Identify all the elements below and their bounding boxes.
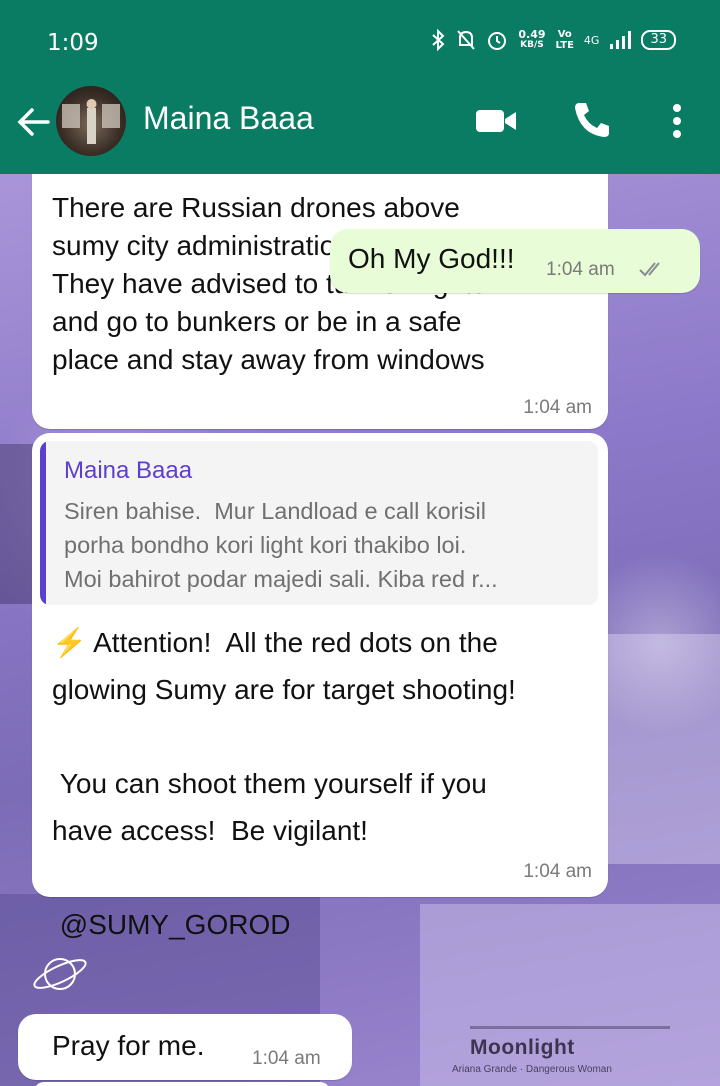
net-speed-value: 0.49 xyxy=(518,28,546,41)
bluetooth-icon xyxy=(432,29,445,51)
message-time: 1:04 am xyxy=(523,397,592,418)
contact-name[interactable]: Maina Baaa xyxy=(143,100,314,137)
chat-header: Maina Baaa xyxy=(0,82,720,174)
lightning-emoji: ⚡ xyxy=(52,627,87,658)
message-text: Oh My God!!! xyxy=(348,243,515,274)
incoming-message[interactable]: There are Russian drones above sumy city… xyxy=(32,174,608,429)
status-bar: 1:09 0.49 KB/S Vo LTE 4G 33 xyxy=(0,0,720,82)
wallpaper-song-title: Moonlight xyxy=(470,1036,575,1059)
network-type: 4G xyxy=(583,33,600,47)
message-time: 1:04 am xyxy=(523,861,592,882)
volte-label: Vo LTE xyxy=(555,29,574,51)
incoming-message[interactable]: Pray for me. 1:04 am xyxy=(18,1014,352,1080)
quote-accent-bar xyxy=(40,441,46,605)
wallpaper-song-subtitle: Ariana Grande · Dangerous Woman xyxy=(452,1064,612,1075)
message-text: Attention! All the red dots on the glowi… xyxy=(52,627,516,940)
message-text-wrap: ⚡ Attention! All the red dots on the glo… xyxy=(52,619,602,948)
partial-message[interactable] xyxy=(34,1082,330,1086)
wallpaper-progress-bar xyxy=(470,1026,670,1029)
message-text: Pray for me. xyxy=(52,1030,205,1061)
status-icons: 0.49 KB/S Vo LTE 4G 33 xyxy=(430,29,676,51)
net-speed: 0.49 KB/S xyxy=(518,29,545,51)
voice-call-icon[interactable] xyxy=(570,98,614,142)
video-call-icon[interactable] xyxy=(472,100,520,142)
read-receipt-icon xyxy=(639,262,660,277)
alarm-icon xyxy=(488,32,507,50)
quote-author: Maina Baaa xyxy=(64,457,193,484)
incoming-reply-message[interactable]: Maina Baaa Siren bahise. Mur Landload e … xyxy=(32,433,608,940)
net-speed-unit: KB/S xyxy=(520,40,544,50)
contact-avatar[interactable] xyxy=(56,86,126,156)
back-arrow-icon[interactable] xyxy=(14,102,54,142)
status-time: 1:09 xyxy=(47,30,99,56)
chat-area[interactable]: Moonlight Ariana Grande · Dangerous Woma… xyxy=(0,174,720,1086)
wallpaper-tile xyxy=(600,634,720,864)
signal-icon xyxy=(610,31,632,49)
quoted-message[interactable]: Maina Baaa Siren bahise. Mur Landload e … xyxy=(40,441,598,605)
battery-indicator: 33 xyxy=(641,30,676,50)
planet-icon xyxy=(33,958,87,990)
mute-bell-icon xyxy=(457,30,476,50)
message-time: 1:04 am xyxy=(252,1048,321,1069)
quote-text: Siren bahise. Mur Landload e call korisi… xyxy=(64,498,498,592)
message-time: 1:04 am xyxy=(546,259,615,280)
outgoing-message[interactable]: Oh My God!!! 1:04 am xyxy=(330,229,700,293)
more-options-icon[interactable] xyxy=(662,100,692,142)
avatar-image xyxy=(62,99,120,144)
